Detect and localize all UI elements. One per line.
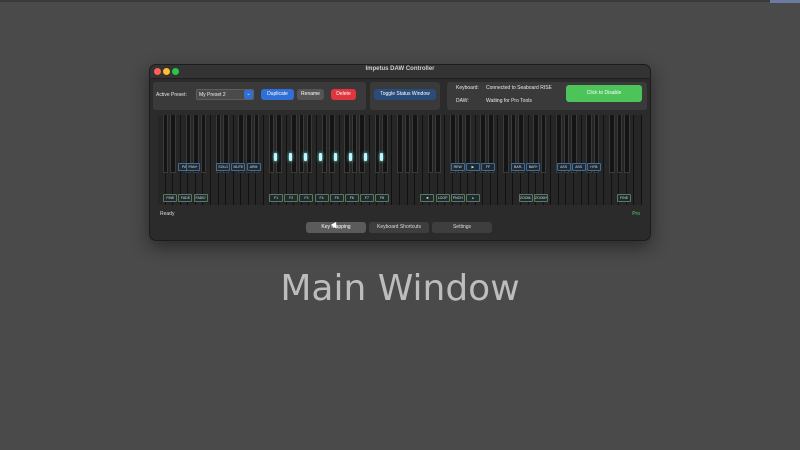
key-highlight <box>288 153 292 161</box>
black-key[interactable] <box>427 115 434 173</box>
toggle-status-window-button[interactable]: Toggle Status Window <box>374 89 436 100</box>
key-function-label: SOLO <box>216 163 231 171</box>
chevron-down-icon[interactable]: ⌄ <box>244 90 253 99</box>
key-function-label: MUTE <box>231 163 246 171</box>
black-key[interactable] <box>503 115 509 173</box>
daw-label: DAW: <box>456 98 469 104</box>
white-key[interactable] <box>634 115 642 205</box>
key-function-label: FADE/ <box>193 194 208 202</box>
window-title: Impetus DAW Controller <box>365 66 435 72</box>
key-function-label: F8 <box>375 194 390 202</box>
black-key[interactable] <box>359 115 365 173</box>
black-key[interactable] <box>624 115 630 173</box>
key-function-label: ■ <box>420 194 435 202</box>
caption: Main Window <box>280 268 520 309</box>
key-highlight <box>334 153 338 161</box>
key-function-label: ZOOM+ <box>533 194 548 202</box>
black-key[interactable] <box>382 115 388 173</box>
key-function-label: LOOP <box>435 194 450 202</box>
black-key[interactable] <box>540 115 547 173</box>
key-function-label: HYB <box>586 163 601 171</box>
black-key[interactable] <box>162 115 169 173</box>
key-function-label: FINE <box>163 194 178 202</box>
disable-button[interactable]: Click to Disable <box>566 85 642 102</box>
key-function-label: FADE <box>178 194 193 202</box>
key-function-label: F4 <box>314 194 329 202</box>
duplicate-button[interactable]: Duplicate <box>261 89 294 100</box>
black-key[interactable] <box>374 115 381 173</box>
black-key[interactable] <box>412 115 418 173</box>
black-key[interactable] <box>609 115 615 173</box>
black-key[interactable] <box>435 115 441 173</box>
key-function-label: F2 <box>284 194 299 202</box>
key-function-label: FF <box>480 163 495 171</box>
key-function-label: ASS <box>571 163 586 171</box>
black-key[interactable] <box>351 115 358 173</box>
black-key[interactable] <box>276 115 282 173</box>
black-key[interactable] <box>298 115 305 173</box>
black-key[interactable] <box>268 115 275 173</box>
tab-keyboard-shortcuts[interactable]: Keyboard Shortcuts <box>369 222 429 233</box>
key-function-label: ● <box>465 194 480 202</box>
key-function-label: ARM <box>246 163 261 171</box>
black-key[interactable] <box>616 115 623 173</box>
key-function-label: F7 <box>359 194 374 202</box>
black-key[interactable] <box>329 115 335 173</box>
key-function-label: FINE <box>617 194 632 202</box>
key-function-label: F6 <box>344 194 359 202</box>
key-function-label: ZOOM- <box>518 194 533 202</box>
black-key[interactable] <box>344 115 350 173</box>
black-key[interactable] <box>291 115 297 173</box>
license-badge: Pro <box>632 211 640 217</box>
key-highlight <box>379 153 383 161</box>
key-highlight <box>303 153 307 161</box>
key-function-label: F3 <box>299 194 314 202</box>
daw-status: Waiting for Pro Tools <box>486 98 532 104</box>
key-highlight <box>319 153 323 161</box>
preset-value: My Preset 2 <box>199 92 226 98</box>
rename-button[interactable]: Rename <box>297 89 324 100</box>
delete-button[interactable]: Delete <box>331 89 356 100</box>
key-function-label: ASS <box>556 163 571 171</box>
keyboard-label: Keyboard: <box>456 85 479 91</box>
key-highlight <box>273 153 277 161</box>
black-key[interactable] <box>397 115 403 173</box>
key-function-label: BAR+ <box>526 163 541 171</box>
key-function-label: BAR- <box>511 163 526 171</box>
black-key[interactable] <box>306 115 313 173</box>
black-key[interactable] <box>404 115 411 173</box>
key-function-label: F5 <box>329 194 344 202</box>
key-function-label: PNCH <box>450 194 465 202</box>
black-key[interactable] <box>200 115 207 173</box>
title-bar[interactable]: Impetus DAW Controller <box>150 65 650 79</box>
key-function-label: ▶ <box>465 163 480 171</box>
black-key[interactable] <box>170 115 176 173</box>
keyboard-status: Connected to Seaboard RISE <box>486 85 552 91</box>
black-key[interactable] <box>321 115 328 173</box>
key-function-label: F1 <box>269 194 284 202</box>
key-function-label: PAN+ <box>186 163 201 171</box>
status-text: Ready <box>160 211 175 217</box>
screen-top-edge <box>0 0 800 2</box>
key-highlight <box>349 153 353 161</box>
tab-settings[interactable]: Settings <box>432 222 492 233</box>
screen-top-right-bar <box>770 0 800 3</box>
key-function-label: REW <box>450 163 465 171</box>
piano-keyboard: PANPAN+SOLOMUTEARMREW▶FFBAR-BAR+ASSASSHY… <box>158 115 642 205</box>
main-window: Impetus DAW Controller Active Preset: My… <box>149 64 651 241</box>
preset-dropdown[interactable]: My Preset 2 ⌄ <box>196 89 254 100</box>
active-preset-label: Active Preset: <box>156 92 187 98</box>
